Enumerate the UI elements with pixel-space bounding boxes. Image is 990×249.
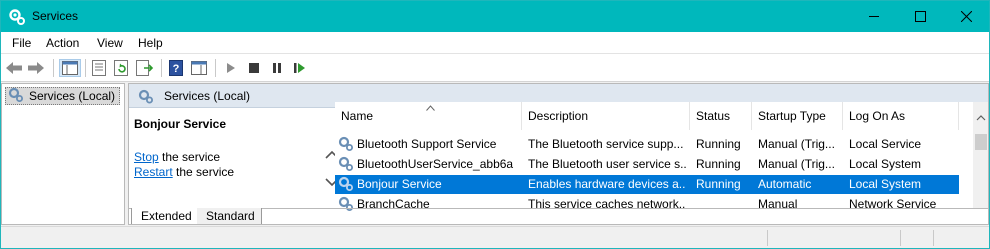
restart-service-icon[interactable] [291,59,309,77]
toolbar: ? [1,53,989,82]
window-title: Services [32,9,79,23]
back-arrow-icon[interactable] [5,59,23,77]
cell-log-on-as: Local System [849,177,922,191]
cell-log-on-as: Local System [849,157,922,171]
panel-title: Services (Local) [164,89,251,103]
status-separator [900,230,901,246]
restart-line: Restart the service [134,165,234,179]
show-hide-action-pane-icon[interactable] [190,59,208,77]
menu-action[interactable]: Action [46,36,79,50]
refresh-icon[interactable] [113,59,131,77]
maximize-button[interactable] [897,1,943,32]
view-tabs: Extended Standard [129,208,988,224]
list-vertical-scrollbar[interactable] [973,102,988,208]
column-header-label: Log On As [849,109,906,123]
minimize-button[interactable] [851,1,897,32]
restart-service-link[interactable]: Restart [134,165,173,179]
column-header-label: Description [528,109,589,123]
sort-ascending-icon [426,100,435,114]
menu-bar: File Action View Help [1,32,989,53]
cell-status: Running [696,157,741,171]
pause-service-icon[interactable] [268,59,286,77]
cell-description: Enables hardware devices a... [528,177,686,191]
services-window: Services File Action View Help ? Service… [0,0,990,249]
detail-service-name: Bonjour Service [134,117,227,131]
stop-service-icon[interactable] [245,59,263,77]
title-bar[interactable]: Services [1,1,989,32]
restart-line-text: the service [172,165,235,179]
cell-name: Bonjour Service [357,177,442,191]
maximize-icon [914,11,926,22]
toolbar-separator [53,59,54,77]
cell-log-on-as: Local Service [849,137,922,151]
toolbar-separator [215,59,216,77]
scrollbar-thumb[interactable] [975,134,987,150]
export-list-icon[interactable] [136,59,154,77]
scroll-up-icon[interactable] [976,110,986,124]
stop-line-text: the service [158,150,221,164]
cell-name: Bluetooth Support Service [357,137,497,151]
column-header-label: Name [341,109,374,123]
toolbar-separator [161,59,162,77]
services-list: Name Description Status Startup Type Log… [335,102,975,212]
close-icon [960,11,972,22]
console-tree: Services (Local) [1,83,125,225]
status-separator [767,230,768,246]
table-row[interactable]: BluetoothUserService_abb6a The Bluetooth… [335,155,959,174]
svg-text:?: ? [173,63,180,75]
service-detail: Bonjour Service Stop the service Restart… [134,117,324,179]
properties-icon[interactable] [90,59,108,77]
column-header-status[interactable]: Status [690,102,752,130]
table-row[interactable]: Bluetooth Support Service The Bluetooth … [335,135,959,154]
status-bar [1,226,989,248]
services-gear-icon [138,89,154,107]
tab-extended[interactable]: Extended [131,208,199,224]
stop-line: Stop the service [134,150,220,164]
column-header-description[interactable]: Description [522,102,690,130]
column-header-label: Startup Type [758,109,826,123]
services-gear-icon [8,87,24,106]
help-icon[interactable]: ? [167,59,185,77]
menu-view[interactable]: View [97,36,123,50]
service-gear-icon [338,156,354,175]
tree-item-label: Services (Local) [29,89,116,103]
column-header-name[interactable]: Name [335,102,522,130]
service-gear-icon [338,176,354,195]
stop-service-link[interactable]: Stop [134,150,159,164]
services-main-panel: Services (Local) Bonjour Service Stop th… [128,83,989,225]
cell-description: The Bluetooth user service s... [528,157,686,171]
start-service-icon[interactable] [222,59,240,77]
cell-name: BluetoothUserService_abb6a [357,157,514,171]
table-row-selected[interactable]: Bonjour Service Enables hardware devices… [335,175,959,194]
tab-standard[interactable]: Standard [197,208,262,224]
close-button[interactable] [943,1,989,32]
tree-item-services-local[interactable]: Services (Local) [5,87,121,106]
console-tree-icon[interactable] [59,59,81,77]
cell-startup-type: Automatic [758,177,812,191]
cell-startup-type: Manual (Trig... [758,137,835,151]
column-header-log-on-as[interactable]: Log On As [843,102,959,130]
cell-startup-type: Manual (Trig... [758,157,835,171]
column-header-startup-type[interactable]: Startup Type [752,102,843,130]
column-header-label: Status [696,109,731,123]
menu-help[interactable]: Help [138,36,163,50]
service-gear-icon [338,136,354,155]
status-separator [933,230,934,246]
cell-status: Running [696,177,741,191]
forward-arrow-icon[interactable] [27,59,45,77]
toolbar-separator [85,59,86,77]
services-gear-icon [8,8,26,26]
cell-description: The Bluetooth service supp... [528,137,684,151]
minimize-icon [868,16,879,17]
menu-file[interactable]: File [12,36,31,50]
cell-status: Running [696,137,741,151]
